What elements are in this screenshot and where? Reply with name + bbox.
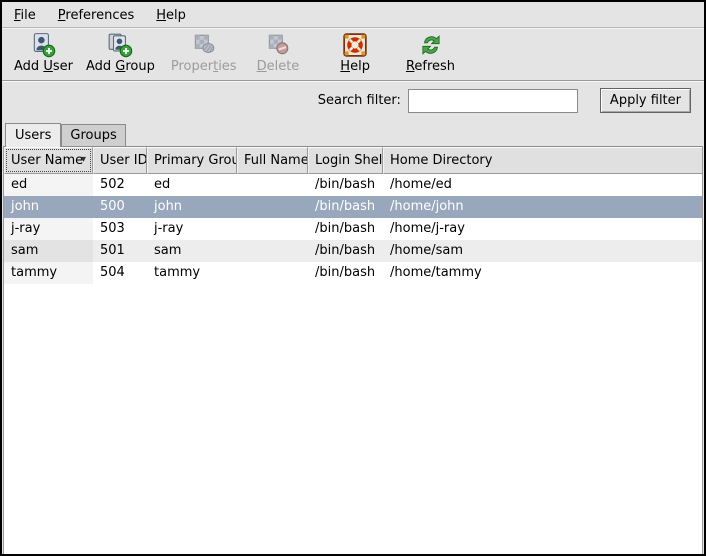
cell-primary-group: sam	[147, 240, 237, 262]
properties-button: Properties	[167, 31, 241, 75]
table-row[interactable]: sam 501 sam /bin/bash /home/sam	[4, 240, 702, 262]
column-header-login-shell[interactable]: Login Shell	[308, 147, 383, 174]
cell-user-id: 504	[93, 262, 147, 284]
search-filter-input[interactable]	[408, 89, 578, 113]
add-user-button[interactable]: Add User	[10, 31, 77, 75]
column-header-user-name[interactable]: User Name ▾	[4, 147, 93, 174]
cell-login-shell: /bin/bash	[308, 240, 383, 262]
cell-user-name: tammy	[4, 262, 93, 284]
add-group-icon	[107, 32, 133, 58]
add-user-label: Add User	[14, 59, 73, 74]
cell-login-shell: /bin/bash	[308, 262, 383, 284]
cell-full-name	[237, 196, 308, 218]
properties-icon	[191, 32, 217, 58]
refresh-button[interactable]: Refresh	[402, 31, 459, 75]
column-header-user-id[interactable]: User ID	[93, 147, 147, 174]
table-header: User Name ▾ User ID Primary Group Full N…	[4, 147, 702, 174]
cell-user-id: 503	[93, 218, 147, 240]
menubar: File Preferences Help	[2, 2, 704, 28]
table-body: ed 502 ed /bin/bash /home/ed john 500 jo…	[4, 174, 702, 554]
cell-primary-group: tammy	[147, 262, 237, 284]
cell-user-name: ed	[4, 174, 93, 196]
toolbar: Add User Add Group	[2, 28, 704, 81]
cell-full-name	[237, 262, 308, 284]
cell-home-directory: /home/j-ray	[383, 218, 702, 240]
properties-label: Properties	[171, 59, 237, 74]
cell-primary-group: john	[147, 196, 237, 218]
tab-users[interactable]: Users	[5, 123, 61, 147]
menu-file[interactable]: File	[12, 7, 38, 24]
menu-preferences[interactable]: Preferences	[56, 7, 136, 24]
table-row[interactable]: tammy 504 tammy /bin/bash /home/tammy	[4, 262, 702, 284]
help-button[interactable]: Help	[336, 31, 374, 75]
search-filter-label: Search filter:	[318, 93, 401, 108]
apply-filter-button[interactable]: Apply filter	[600, 88, 691, 113]
help-icon	[342, 32, 368, 58]
cell-user-id: 500	[93, 196, 147, 218]
filter-row: Search filter: Apply filter	[2, 81, 704, 120]
table-row[interactable]: john 500 john /bin/bash /home/john	[4, 196, 702, 218]
cell-user-name: j-ray	[4, 218, 93, 240]
cell-home-directory: /home/ed	[383, 174, 702, 196]
cell-user-name: john	[4, 196, 93, 218]
cell-home-directory: /home/tammy	[383, 262, 702, 284]
help-label: Help	[340, 59, 370, 74]
column-header-full-name[interactable]: Full Name	[237, 147, 308, 174]
cell-primary-group: j-ray	[147, 218, 237, 240]
cell-full-name	[237, 240, 308, 262]
refresh-icon	[418, 32, 444, 58]
column-header-home-directory[interactable]: Home Directory	[383, 147, 702, 174]
table-row[interactable]: j-ray 503 j-ray /bin/bash /home/j-ray	[4, 218, 702, 240]
column-header-primary-group[interactable]: Primary Group	[147, 147, 237, 174]
refresh-label: Refresh	[406, 59, 455, 74]
cell-user-name: sam	[4, 240, 93, 262]
add-group-button[interactable]: Add Group	[82, 31, 159, 75]
cell-home-directory: /home/sam	[383, 240, 702, 262]
add-user-icon	[30, 32, 56, 58]
cell-login-shell: /bin/bash	[308, 196, 383, 218]
cell-user-id: 501	[93, 240, 147, 262]
tab-groups[interactable]: Groups	[61, 124, 125, 146]
delete-label: Delete	[257, 59, 300, 74]
delete-icon	[265, 32, 291, 58]
sort-arrow-icon: ▾	[81, 154, 86, 165]
add-group-label: Add Group	[86, 59, 155, 74]
menu-help[interactable]: Help	[154, 7, 188, 24]
table-row[interactable]: ed 502 ed /bin/bash /home/ed	[4, 174, 702, 196]
cell-login-shell: /bin/bash	[308, 218, 383, 240]
cell-full-name	[237, 218, 308, 240]
cell-login-shell: /bin/bash	[308, 174, 383, 196]
delete-button: Delete	[253, 31, 304, 75]
cell-user-id: 502	[93, 174, 147, 196]
cell-full-name	[237, 174, 308, 196]
cell-primary-group: ed	[147, 174, 237, 196]
cell-home-directory: /home/john	[383, 196, 702, 218]
users-table: User Name ▾ User ID Primary Group Full N…	[3, 146, 703, 554]
notebook-tabs: Users Groups	[2, 120, 704, 146]
